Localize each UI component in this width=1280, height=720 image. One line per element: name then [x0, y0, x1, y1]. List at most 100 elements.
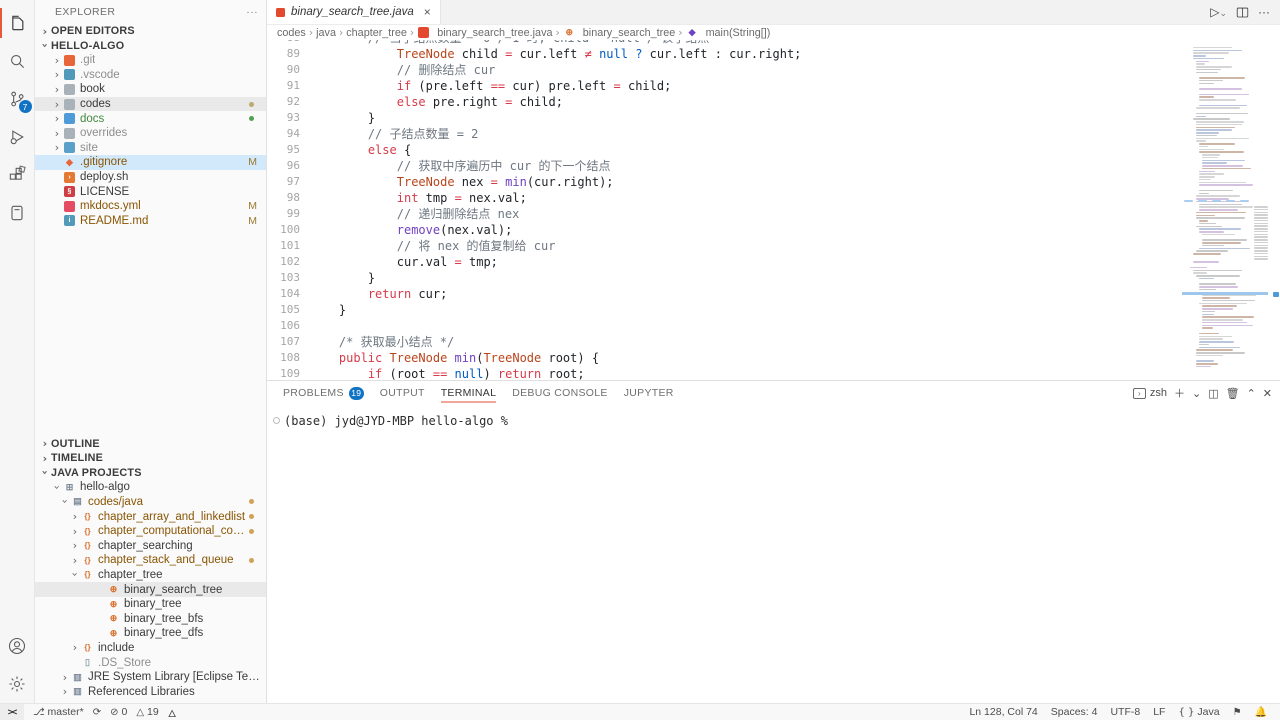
encoding[interactable]: UTF-8 — [1110, 706, 1140, 718]
java-row-hello-algo[interactable]: ›⊞hello-algo — [35, 480, 266, 495]
source-control-icon[interactable]: 7 — [0, 80, 35, 118]
file-row--gitignore[interactable]: ◆.gitignoreM — [35, 155, 266, 170]
project-icon: ⊞ — [64, 482, 75, 493]
kill-terminal-icon[interactable]: 🗑 — [1226, 387, 1240, 400]
panel-tab-terminal[interactable]: TERMINAL — [441, 381, 497, 405]
breadcrumb-binary-search-tree[interactable]: ⊕binary_search_tree — [563, 27, 675, 39]
file-row-overrides[interactable]: ›overrides — [35, 126, 266, 141]
file-row-license[interactable]: §LICENSE — [35, 184, 266, 199]
settings-gear-icon[interactable] — [0, 665, 35, 703]
code-line: 100remove(nex.val); — [267, 222, 1182, 238]
run-debug-icon[interactable] — [0, 118, 35, 156]
chevron-down-icon: › — [40, 467, 51, 479]
java-row--ds-store[interactable]: ▯.DS_Store — [35, 655, 266, 670]
java-row-chapter-searching[interactable]: ›{}chapter_searching — [35, 538, 266, 553]
java-item-label: binary_search_tree — [124, 584, 222, 596]
notifications[interactable]: 🔔 — [1255, 707, 1267, 718]
sidebar-more-actions-icon[interactable]: ··· — [246, 6, 258, 18]
file-label: .vscode — [80, 69, 120, 81]
branch-item[interactable]: ⎇master* — [33, 706, 84, 718]
extensions-icon[interactable] — [0, 156, 35, 194]
java-row-binary-search-tree[interactable]: ⊕binary_search_tree — [35, 582, 266, 597]
new-terminal-icon[interactable]: ＋ — [1174, 385, 1185, 401]
file-row-site[interactable]: ›site — [35, 141, 266, 156]
terminal-icon: › — [1133, 388, 1146, 399]
notebook-icon[interactable] — [0, 194, 35, 232]
language-mode[interactable]: { }Java — [1178, 706, 1219, 718]
java-row-binary-tree-dfs[interactable]: ⊕binary_tree_dfs — [35, 626, 266, 641]
chevron-down-icon: › — [40, 40, 51, 52]
cursor-position[interactable]: Ln 128, Col 74 — [969, 706, 1037, 718]
folder-icon — [64, 128, 75, 139]
tab-close-icon[interactable]: × — [424, 5, 431, 19]
line-number: 95 — [267, 142, 300, 158]
code-text: else pre.right = child; — [300, 94, 563, 110]
editor-more-actions-icon[interactable]: ··· — [1258, 5, 1270, 19]
tab-binary-search-tree[interactable]: binary_search_tree.java × — [267, 0, 441, 24]
breadcrumb-separator: › — [410, 26, 414, 39]
code-text: // 获取中序遍历中 cur 的下一个结点 — [300, 158, 611, 174]
outline-section[interactable]: › OUTLINE — [35, 437, 266, 452]
file-row-mkdocs-yml[interactable]: mkdocs.ymlM — [35, 199, 266, 214]
open-editors-section[interactable]: › OPEN EDITORS — [35, 24, 266, 39]
file-icon: ▯ — [82, 657, 93, 668]
java-row-chapter-tree[interactable]: ›{}chapter_tree — [35, 568, 266, 583]
file-row-codes[interactable]: ›codes — [35, 97, 266, 112]
java-row-binary-tree-bfs[interactable]: ⊕binary_tree_bfs — [35, 611, 266, 626]
chevron-right-icon: › — [51, 84, 63, 95]
remote-indicator[interactable]: >< — [0, 704, 24, 720]
workspace-root-section[interactable]: › HELLO-ALGO — [35, 39, 266, 54]
sync-item[interactable]: ⟳ — [93, 707, 101, 718]
java-item-label: chapter_computational_complexity — [98, 525, 249, 537]
breadcrumb-main-string-[interactable]: ◆main(String[]) — [686, 27, 771, 39]
java-row-chapter-array-and-linkedlist[interactable]: ›{}chapter_array_and_linkedlist — [35, 509, 266, 524]
errors-item[interactable]: ⊘0 — [110, 706, 127, 718]
warnings-item[interactable]: △19 — [136, 706, 158, 718]
panel-tab-problems[interactable]: PROBLEMS19 — [283, 381, 364, 405]
split-editor-icon[interactable] — [1236, 6, 1249, 19]
search-icon[interactable] — [0, 42, 35, 80]
file-tree: ›.git›.vscode›book›codes›docs›overrides›… — [35, 53, 266, 228]
line-number: 96 — [267, 158, 300, 174]
panel-tab-output[interactable]: OUTPUT — [380, 381, 425, 405]
java-row-referenced-libraries[interactable]: ›▥Referenced Libraries — [35, 684, 266, 699]
java-row-chapter-stack-and-queue[interactable]: ›{}chapter_stack_and_queue — [35, 553, 266, 568]
java-row-include[interactable]: ›{}include — [35, 641, 266, 656]
timeline-section[interactable]: › TIMELINE — [35, 451, 266, 466]
eol[interactable]: LF — [1153, 706, 1165, 718]
indentation[interactable]: Spaces: 4 — [1051, 706, 1098, 718]
file-row--vscode[interactable]: ›.vscode — [35, 68, 266, 83]
code-editor[interactable]: 88// 当子结点数量 = 0 / 1 时, child = null / 该子… — [267, 40, 1280, 380]
file-row-deploy-sh[interactable]: ›deploy.sh — [35, 170, 266, 185]
file-row-readme-md[interactable]: iREADME.mdM — [35, 214, 266, 229]
java-projects-section[interactable]: › JAVA PROJECTS — [35, 466, 266, 481]
breadcrumb-chapter-tree[interactable]: chapter_tree — [346, 27, 407, 39]
breadcrumb-codes[interactable]: codes — [277, 27, 306, 39]
maximize-panel-icon[interactable]: ⌃ — [1247, 387, 1256, 400]
run-button[interactable]: ▷⌄ — [1210, 5, 1227, 19]
breadcrumb-binary-search-tree-java[interactable]: binary_search_tree.java — [417, 27, 552, 39]
file-row-book[interactable]: › book — [35, 82, 266, 97]
code-text: TreeNode nex = min(cur.right); — [300, 174, 614, 190]
file-label: book — [80, 83, 105, 95]
feedback[interactable]: ⚑ — [1233, 707, 1242, 718]
split-panel-icon[interactable]: ◫ — [1208, 387, 1218, 400]
java-row-binary-tree[interactable]: ⊕binary_tree — [35, 597, 266, 612]
breadcrumb-java[interactable]: java — [316, 27, 336, 39]
panel-tab-jupyter[interactable]: JUPYTER — [624, 381, 674, 405]
editor-scrollbar[interactable] — [1272, 40, 1280, 380]
account-icon[interactable] — [0, 627, 35, 665]
file-row-docs[interactable]: ›docs — [35, 111, 266, 126]
explorer-icon[interactable] — [0, 4, 35, 42]
terminal[interactable]: (base) jyd@JYD-MBP hello-algo % — [267, 405, 1280, 703]
file-row--git[interactable]: ›.git — [35, 53, 266, 68]
java-row-chapter-computational-complexity[interactable]: ›{}chapter_computational_complexity — [35, 524, 266, 539]
minimap[interactable] — [1182, 40, 1272, 380]
java-row-codes-java[interactable]: ›▤codes/java — [35, 495, 266, 510]
rocket-item[interactable]: 🜂 — [168, 702, 177, 720]
panel-tab-debug-console[interactable]: DEBUG CONSOLE — [512, 381, 608, 405]
terminal-dropdown-icon[interactable]: ⌄ — [1192, 387, 1201, 400]
close-panel-icon[interactable]: ✕ — [1263, 387, 1272, 400]
shell-selector[interactable]: ›zsh — [1133, 387, 1167, 399]
java-row-jre-system-library-eclipse-temurin-17-17-[interactable]: ›▥JRE System Library [Eclipse Temurin 17… — [35, 670, 266, 685]
